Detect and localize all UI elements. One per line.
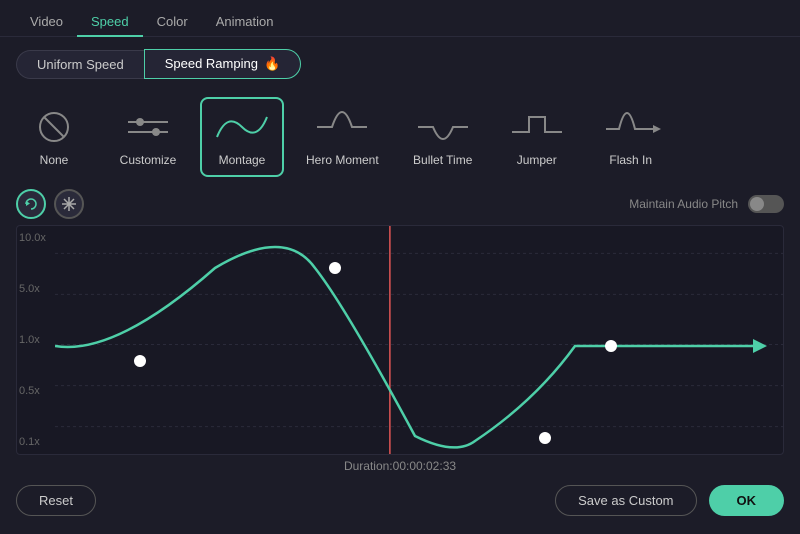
reset-curve-icon	[23, 196, 39, 212]
flash-in-icon	[601, 107, 661, 147]
left-controls	[16, 189, 84, 219]
freeze-icon	[61, 196, 77, 212]
none-icon	[24, 107, 84, 147]
fire-icon: 🔥	[264, 56, 280, 71]
reset-curve-btn[interactable]	[16, 189, 46, 219]
preset-flash-in[interactable]: Flash In	[589, 97, 673, 177]
jumper-icon	[507, 107, 567, 147]
y-label-05: 0.5x	[19, 385, 53, 397]
preset-none-label: None	[40, 153, 69, 167]
tab-animation[interactable]: Animation	[202, 8, 288, 37]
uniform-speed-btn[interactable]: Uniform Speed	[16, 50, 144, 79]
grid-svg	[55, 226, 783, 454]
speed-toggle-group: Uniform Speed Speed Ramping🔥	[0, 37, 800, 91]
y-label-1: 1.0x	[19, 334, 53, 346]
speed-ramping-btn[interactable]: Speed Ramping🔥	[144, 49, 301, 79]
preset-montage-label: Montage	[219, 153, 266, 167]
reset-button[interactable]: Reset	[16, 485, 96, 516]
preset-flash-in-label: Flash In	[609, 153, 652, 167]
chart-inner	[55, 226, 783, 454]
right-controls: Maintain Audio Pitch	[629, 195, 784, 213]
preset-customize-label: Customize	[120, 153, 177, 167]
preset-bullet-time[interactable]: Bullet Time	[401, 97, 485, 177]
preset-row: None Customize Montage Hero Moment Bulle…	[0, 91, 800, 183]
y-label-10: 10.0x	[19, 232, 53, 244]
duration-label: Duration:00:00:02:33	[0, 455, 800, 477]
freeze-btn[interactable]	[54, 189, 84, 219]
tab-video[interactable]: Video	[16, 8, 77, 37]
bullet-time-icon	[413, 107, 473, 147]
right-buttons: Save as Custom OK	[555, 485, 784, 516]
preset-montage[interactable]: Montage	[200, 97, 284, 177]
audio-pitch-toggle[interactable]	[748, 195, 784, 213]
preset-hero-moment[interactable]: Hero Moment	[294, 97, 391, 177]
y-axis-labels: 10.0x 5.0x 1.0x 0.5x 0.1x	[17, 226, 55, 454]
customize-icon	[118, 107, 178, 147]
preset-hero-moment-label: Hero Moment	[306, 153, 379, 167]
tab-speed[interactable]: Speed	[77, 8, 143, 37]
montage-icon	[212, 107, 272, 147]
controls-row: Maintain Audio Pitch	[0, 183, 800, 225]
preset-none[interactable]: None	[12, 97, 96, 177]
save-as-custom-button[interactable]: Save as Custom	[555, 485, 696, 516]
tab-color[interactable]: Color	[143, 8, 202, 37]
ok-button[interactable]: OK	[709, 485, 785, 516]
y-label-5: 5.0x	[19, 283, 53, 295]
hero-moment-icon	[312, 107, 372, 147]
preset-jumper-label: Jumper	[517, 153, 557, 167]
preset-bullet-time-label: Bullet Time	[413, 153, 472, 167]
chart-area: 10.0x 5.0x 1.0x 0.5x 0.1x	[16, 225, 784, 455]
top-tabs: Video Speed Color Animation	[0, 0, 800, 37]
preset-jumper[interactable]: Jumper	[495, 97, 579, 177]
bottom-bar: Reset Save as Custom OK	[0, 477, 800, 524]
preset-customize[interactable]: Customize	[106, 97, 190, 177]
maintain-audio-pitch-label: Maintain Audio Pitch	[629, 197, 738, 211]
y-label-01: 0.1x	[19, 436, 53, 448]
